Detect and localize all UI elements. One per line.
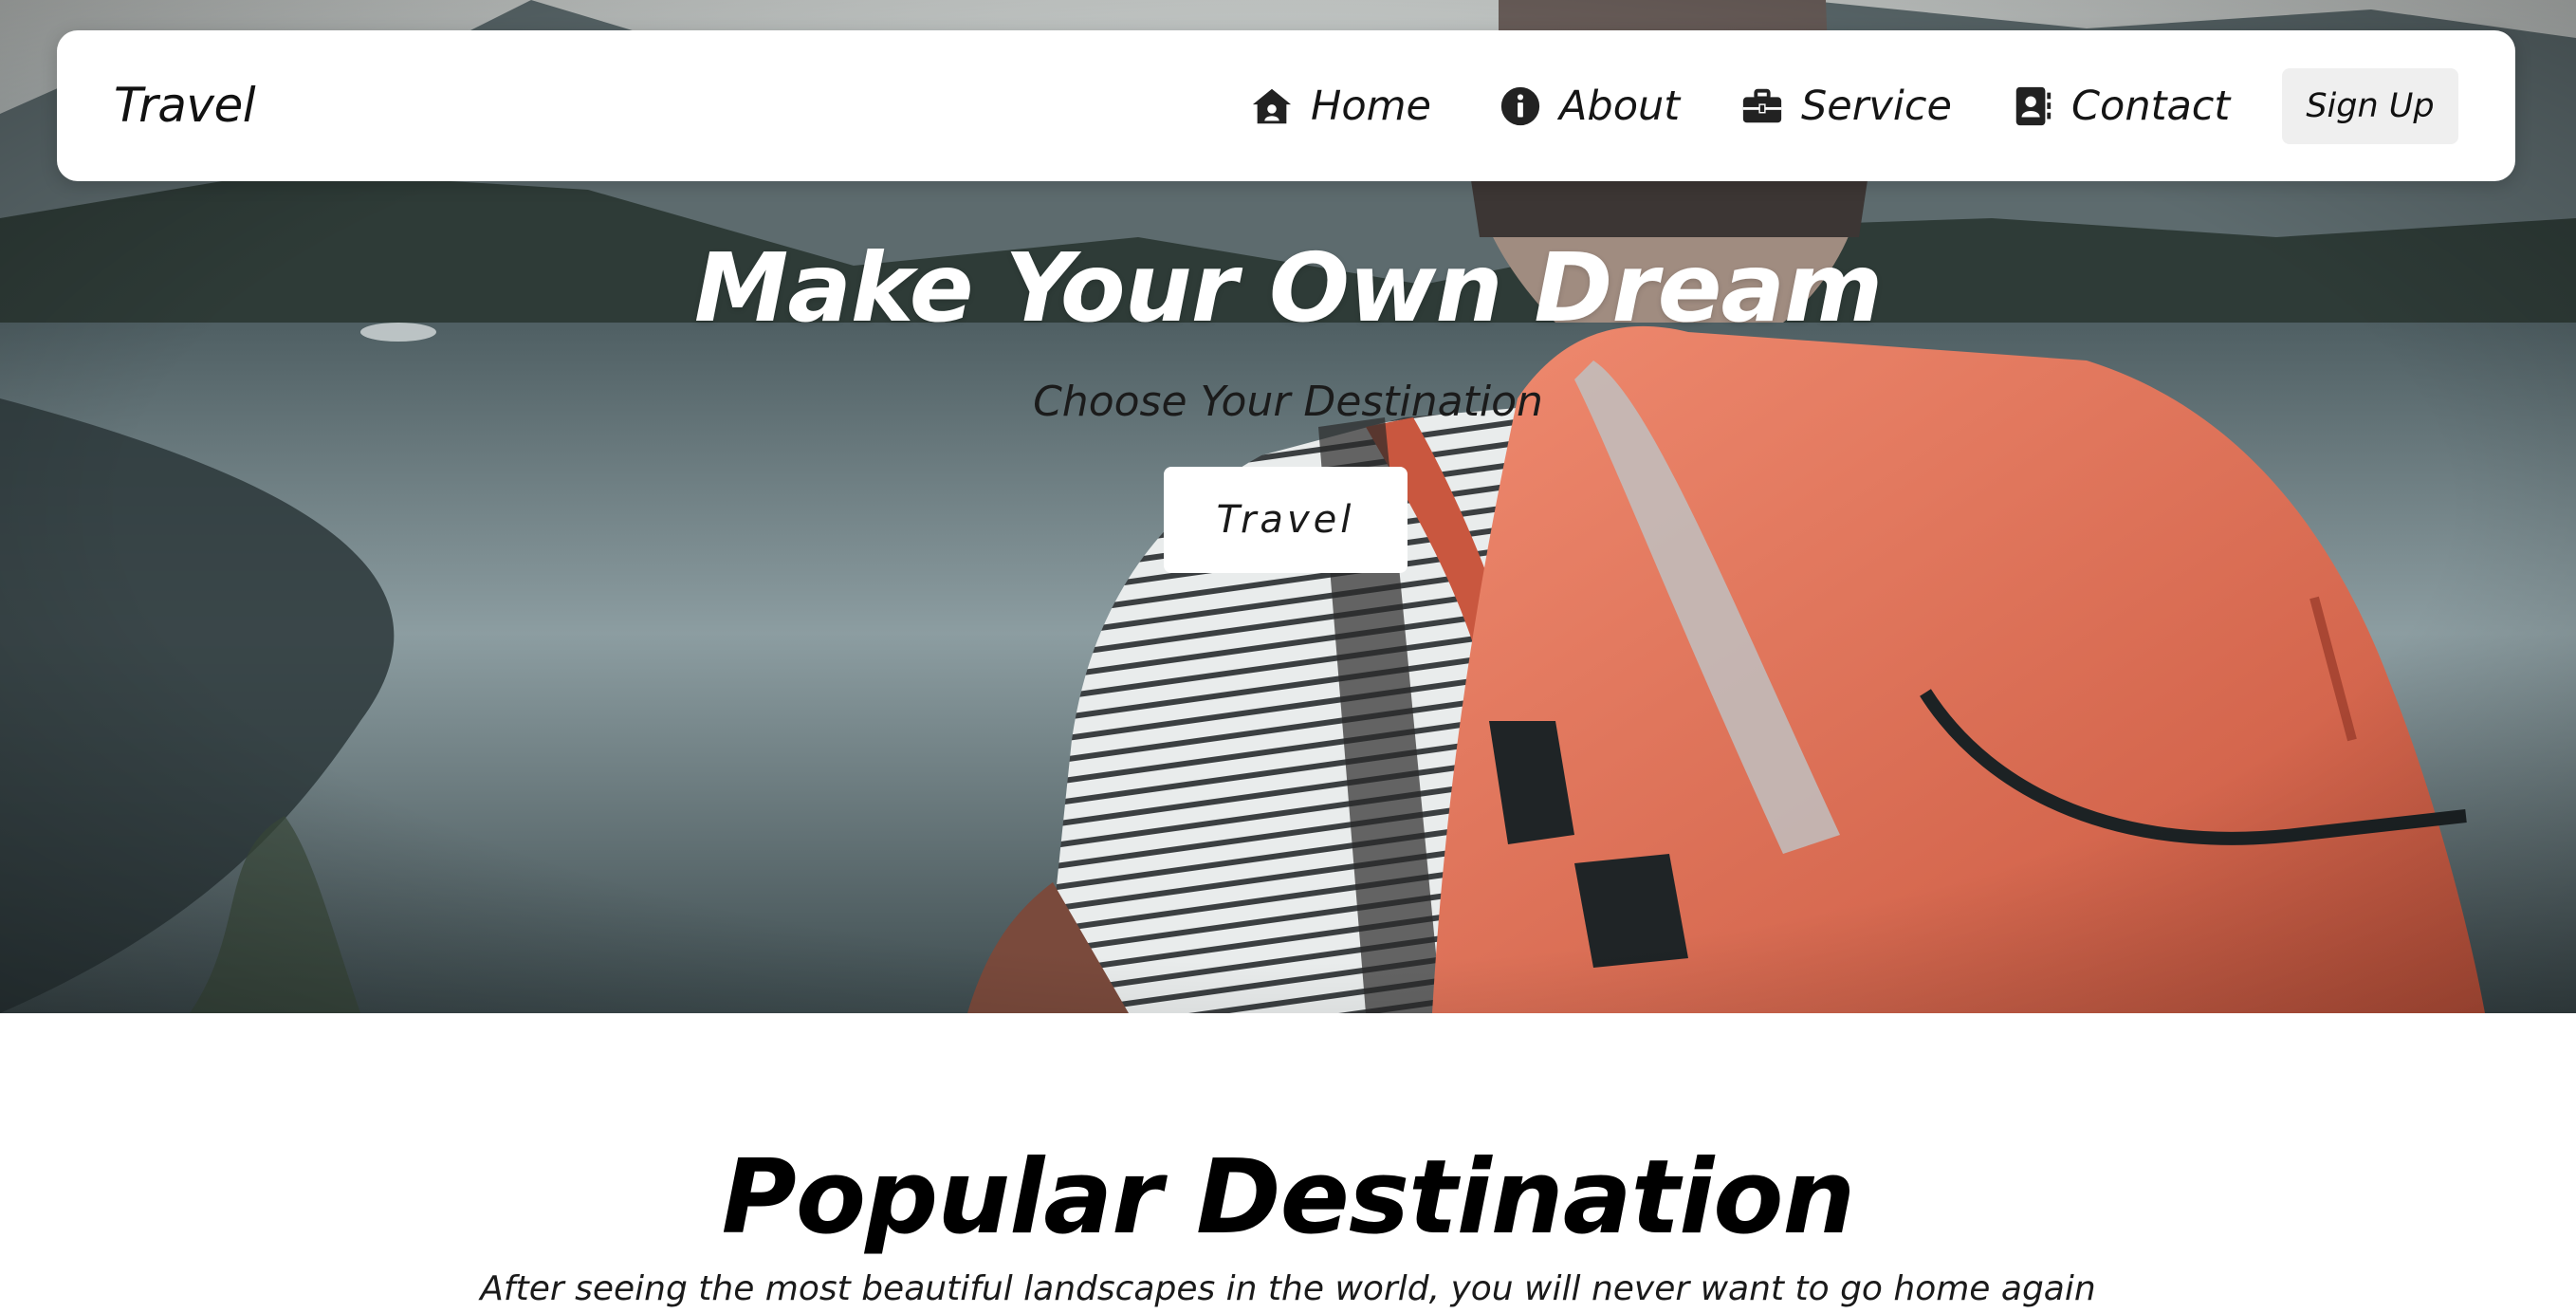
- brand-logo[interactable]: Travel: [114, 30, 256, 181]
- nav-item-contact[interactable]: Contact: [2011, 30, 2230, 181]
- info-circle-icon: [1499, 84, 1542, 128]
- house-icon: [1250, 84, 1294, 128]
- nav-item-about[interactable]: About: [1499, 30, 1680, 181]
- top-navbar: Travel Home About Service Contact Sign U…: [57, 30, 2515, 181]
- contact-card-icon: [2011, 84, 2054, 128]
- travel-cta-button[interactable]: Travel: [1164, 467, 1408, 573]
- nav-item-label: Home: [1311, 82, 1431, 130]
- nav-item-service[interactable]: Service: [1740, 30, 1952, 181]
- nav-item-home[interactable]: Home: [1250, 30, 1431, 181]
- briefcase-icon: [1740, 84, 1784, 128]
- section-title: Popular Destination: [721, 1138, 1856, 1257]
- nav-item-label: Contact: [2071, 82, 2231, 130]
- sign-up-button[interactable]: Sign Up: [2282, 68, 2458, 144]
- section-subtitle: After seeing the most beautiful landscap…: [480, 1269, 2096, 1308]
- nav-item-label: Service: [1801, 82, 1952, 130]
- hero-subtitle: Choose Your Destination: [1033, 378, 1543, 426]
- nav-item-label: About: [1559, 82, 1681, 130]
- hero-title: Make Your Own Dream: [693, 232, 1883, 343]
